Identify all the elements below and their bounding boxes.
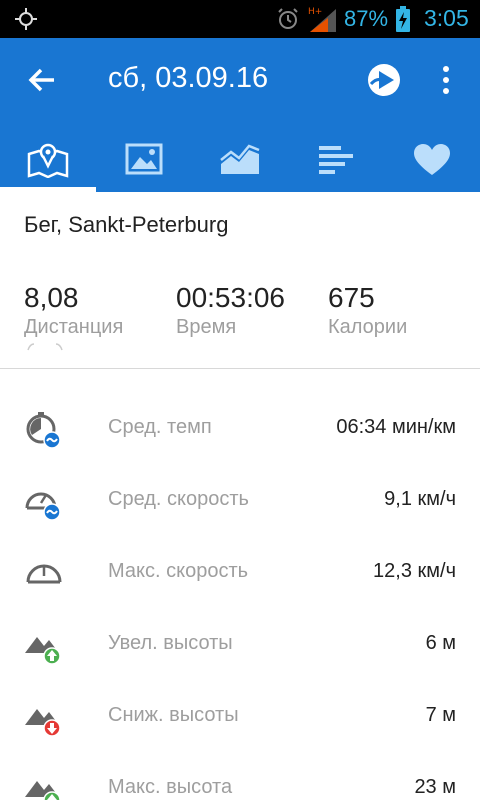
more-options-icon[interactable] [434,64,458,96]
stat-value: 9,1 км/ч [384,488,456,510]
stat-label: Сред. скорость [108,488,249,510]
tab-charts[interactable] [192,134,288,192]
clock: 3:05 [424,5,469,31]
stat-row-avg-pace: Сред. темп 06:34 мин/км [0,396,480,468]
stat-value: 06:34 мин/км [336,416,456,438]
tab-photos[interactable] [96,134,192,192]
tab-splits[interactable] [288,134,384,192]
distance-value: 8,08 [24,282,79,313]
page-title: сб, 03.09.16 [108,62,269,94]
elevation-gain-icon [25,637,61,665]
alarm-icon [278,8,298,29]
stat-row-avg-speed: Сред. скорость 9,1 км/ч [0,468,480,540]
stat-label: Макс. высота [108,776,233,798]
stat-row-max-speed: Макс. скорость 12,3 км/ч [0,540,480,612]
stat-value: 12,3 км/ч [373,560,456,582]
photo-icon [125,143,163,175]
avg-pace-icon [26,412,61,449]
max-speed-icon [26,564,62,584]
tab-map[interactable] [0,134,96,192]
back-arrow-icon[interactable] [26,64,58,96]
tab-bar [0,134,480,192]
stat-label: Сниж. высоты [108,704,239,726]
tab-heart-rate[interactable] [384,134,480,192]
divider [0,368,480,369]
splits-icon [319,146,353,174]
chart-icon [220,144,260,174]
calories-label: Калории [328,316,408,338]
stat-value: 23 м [414,776,456,798]
status-bar: H+ 87% 3:05 [0,0,480,38]
battery-percent: 87% [344,6,389,31]
heart-icon [414,144,450,175]
play-route-icon[interactable] [366,62,402,98]
max-elevation-icon [25,781,61,800]
time-label: Время [176,316,237,338]
activity-title: Бег, Sankt-Peterburg [24,212,229,237]
map-icon [27,143,69,178]
summary-distance: 8,08 Дистанция [24,282,123,339]
scroll-hint-icon [27,343,63,351]
stat-value: 6 м [425,632,456,654]
summary-calories: 675 Калории [328,282,407,339]
app-bar: сб, 03.09.16 [0,38,480,192]
stat-value: 7 м [425,704,456,726]
summary-time: 00:53:06 Время [176,282,285,339]
time-value: 00:53:06 [176,282,285,313]
elevation-loss-icon [25,709,61,737]
battery-icon [396,6,410,32]
stat-row-max-elevation: Макс. высота 23 м [0,756,480,800]
svg-text:H+: H+ [308,7,322,17]
stat-label: Сред. темп [108,416,212,438]
signal-icon: H+ [308,7,336,32]
stat-label: Увел. высоты [108,632,233,654]
stat-row-elevation-loss: Сниж. высоты 7 м [0,684,480,756]
avg-speed-icon [25,492,61,521]
distance-label: Дистанция [24,316,124,338]
gps-icon [15,8,37,30]
stat-row-elevation-gain: Увел. высоты 6 м [0,612,480,684]
calories-value: 675 [328,282,375,313]
stat-label: Макс. скорость [108,560,249,582]
